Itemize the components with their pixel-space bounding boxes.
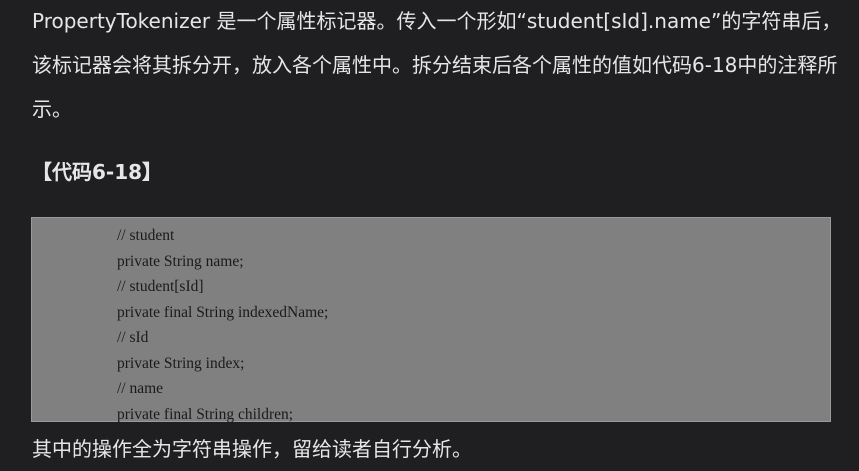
code-line: // student[sId] bbox=[117, 278, 204, 295]
code-line: // sId bbox=[117, 329, 149, 346]
code-line: // name bbox=[117, 380, 164, 397]
code-line: private final String indexedName; bbox=[117, 303, 329, 321]
code-line: // student bbox=[117, 227, 175, 244]
code-listing-title: 【代码6-18】 bbox=[32, 160, 163, 184]
intro-paragraph: PropertyTokenizer 是一个属性标记器。传入一个形如“studen… bbox=[32, 9, 842, 121]
outro-paragraph: 其中的操作全为字符串操作，留给读者自行分析。 bbox=[32, 437, 472, 461]
code-line: private String name; bbox=[117, 252, 244, 270]
code-line: private final String children; bbox=[117, 405, 294, 423]
code-lines: // student private String name; // stude… bbox=[117, 223, 328, 427]
code-block: // student private String name; // stude… bbox=[31, 217, 831, 423]
code-line: private String index; bbox=[117, 354, 245, 372]
